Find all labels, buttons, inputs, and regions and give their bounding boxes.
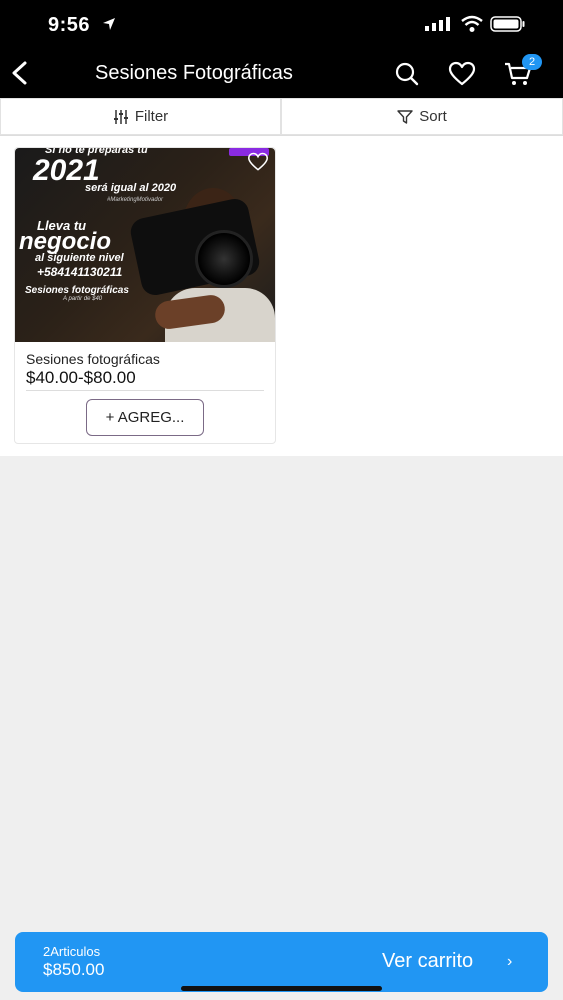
product-name[interactable]: Sesiones fotográficas — [26, 351, 160, 367]
signal-icon — [425, 17, 450, 31]
filter-label: Filter — [134, 108, 169, 125]
image-text-sub: será igual al 2020 — [85, 182, 177, 194]
filter-button[interactable]: Filter — [0, 98, 281, 135]
sort-label: Sort — [419, 108, 447, 125]
chevron-right-icon: › — [507, 953, 513, 970]
status-bar: 9:56 — [0, 0, 563, 48]
image-text-hashtag: #MarketingMotivador — [107, 197, 164, 203]
wifi-icon — [461, 15, 483, 32]
wishlist-icon[interactable] — [247, 152, 269, 172]
app-header: Sesiones Fotográficas 2 — [0, 48, 563, 98]
battery-icon — [490, 16, 525, 32]
card-divider — [26, 390, 264, 391]
product-price: $40.00-$80.00 — [26, 368, 136, 387]
product-image[interactable]: Si no te preparas tu 2021 será igual al … — [15, 148, 275, 342]
photo-camera-lens — [195, 230, 253, 288]
view-cart-bar[interactable]: 2Articulos $850.00 Ver carrito › — [15, 932, 548, 992]
search-icon[interactable] — [394, 61, 420, 87]
view-cart-label: Ver carrito — [382, 950, 474, 972]
status-time: 9:56 — [48, 14, 91, 36]
home-indicator — [181, 986, 382, 991]
image-text-al-siguiente: al siguiente nivel — [35, 252, 124, 264]
heart-icon[interactable] — [448, 61, 476, 87]
image-text-phone: +584141130211 — [37, 265, 123, 279]
location-arrow-icon — [103, 18, 115, 30]
image-text-sesiones: Sesiones fotográficas — [25, 285, 129, 296]
sort-button[interactable]: Sort — [281, 98, 563, 135]
sort-icon — [397, 109, 413, 124]
cart-total: $850.00 — [43, 960, 105, 979]
filter-sort-toolbar: Filter Sort — [0, 98, 563, 136]
filter-icon — [113, 109, 128, 124]
back-icon[interactable] — [8, 60, 32, 86]
cart-item-count: 2Articulos — [43, 944, 101, 959]
product-card[interactable]: Si no te preparas tu 2021 será igual al … — [14, 147, 276, 444]
image-text-partir: A partir de $40 — [63, 296, 103, 302]
add-to-cart-button[interactable]: + AGREG... — [86, 399, 204, 436]
page-title: Sesiones Fotográficas — [95, 62, 293, 84]
cart-count-badge: 2 — [522, 54, 542, 70]
